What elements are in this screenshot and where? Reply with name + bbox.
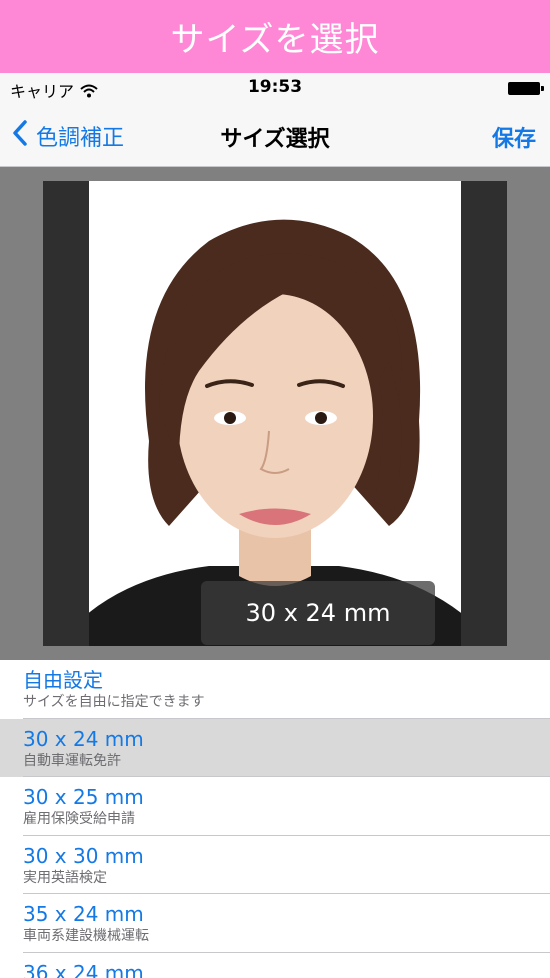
size-title: 自由設定 [23,668,103,692]
size-subtitle: 車両系建設機械運転 [23,928,149,944]
size-title: 30 x 25 mm [23,785,144,809]
size-subtitle: 雇用保険受給申請 [23,811,135,827]
status-bar: キャリア 19:53 [0,73,550,103]
list-item[interactable]: 36 x 24 mm [0,953,550,978]
navigation-bar: 色調補正 サイズ選択 保存 [0,103,550,167]
list-item[interactable]: 自由設定サイズを自由に指定できます [0,660,550,719]
nav-title: サイズ選択 [220,127,330,152]
list-item[interactable]: 35 x 24 mm 車両系建設機械運転 [0,894,550,953]
save-button[interactable]: 保存 [492,121,536,153]
portrait-photo [89,181,461,646]
status-time: 19:53 [247,77,303,97]
size-title: 30 x 24 mm [23,726,144,751]
photo-preview: 30 x 24 mm [0,167,550,660]
list-item[interactable]: 30 x 30 mm 実用英語検定 [0,836,550,895]
list-item[interactable]: 30 x 25 mm 雇用保険受給申請 [0,777,550,836]
size-title: 36 x 24 mm [23,960,144,978]
crop-frame[interactable]: 30 x 24 mm [43,181,507,646]
size-subtitle: 実用英語検定 [23,869,107,886]
size-title: 35 x 24 mm [23,902,144,926]
battery-icon [508,82,544,95]
size-subtitle: サイズを自由に指定できます [23,694,205,710]
size-list: 自由設定 サイズを自由に指定できます 30 x 24 mm 自動車運転免許 30 x 2… [0,660,550,978]
list-item[interactable]: 30 x 24 mm 自動車運転免許 [0,718,550,777]
size-subtitle: 自動車運転免許 [23,752,121,769]
banner-title: サイズを選択 [0,0,550,73]
size-title: 30 x 30 mm [23,843,144,868]
size-badge: 30 x 24 mm [201,581,435,645]
